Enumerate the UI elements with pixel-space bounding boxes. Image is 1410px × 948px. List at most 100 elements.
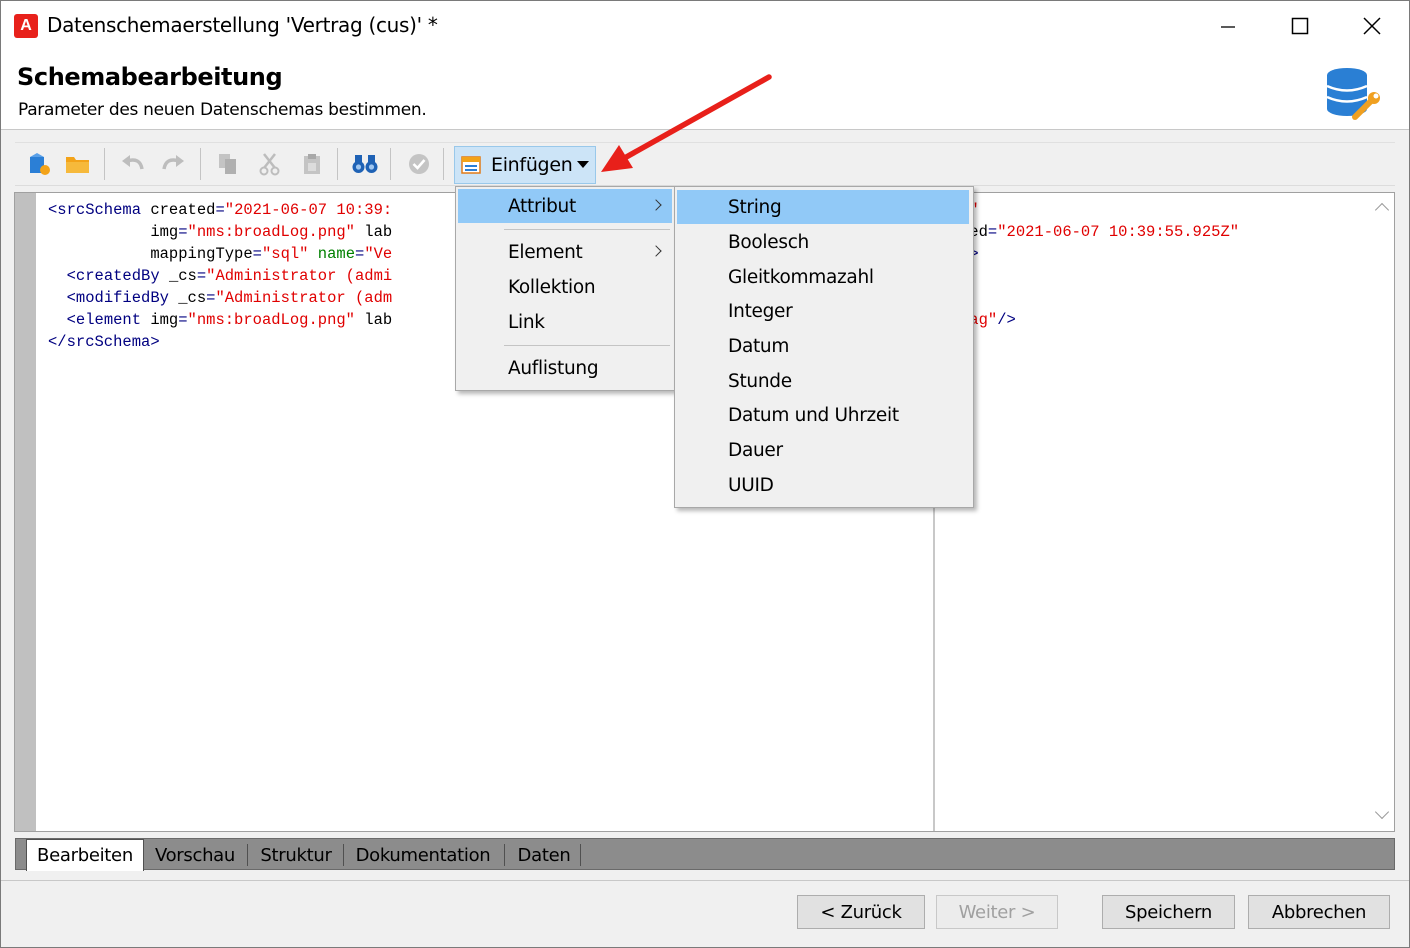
- minimize-icon: [1221, 26, 1235, 28]
- menu-item-link[interactable]: Link: [458, 305, 672, 339]
- menu-item-auflistung[interactable]: Auflistung: [458, 351, 672, 385]
- cut-button[interactable]: [254, 148, 286, 180]
- submenu-item-label: Integer: [728, 300, 793, 322]
- code-token: <createdBy: [66, 267, 169, 285]
- code-line: rag"/>: [960, 309, 1239, 331]
- tab-bearbeiten[interactable]: Bearbeiten: [26, 839, 144, 871]
- vertical-scrollbar[interactable]: [1370, 193, 1394, 831]
- chevron-right-icon: [650, 199, 662, 211]
- code-token: "Administrator (admi: [206, 267, 393, 285]
- menu-item-element[interactable]: Element: [458, 235, 672, 269]
- submenu-item-uuid[interactable]: UUID: [677, 468, 969, 502]
- save-button[interactable]: Speichern: [1102, 895, 1235, 929]
- find-icon: [352, 155, 378, 173]
- find-button[interactable]: [349, 148, 381, 180]
- undo-button[interactable]: [117, 148, 149, 180]
- open-folder-button[interactable]: [62, 148, 94, 180]
- code-token: />: [997, 311, 1016, 329]
- scroll-up-icon[interactable]: [1374, 202, 1390, 218]
- title-bar: A Datenschemaerstellung 'Vertrag (cus)' …: [1, 1, 1409, 51]
- submenu-item-label: Stunde: [728, 370, 792, 392]
- submenu-item-label: Datum und Uhrzeit: [728, 404, 899, 426]
- footer-divider: [1, 880, 1409, 881]
- redo-button[interactable]: [157, 148, 189, 180]
- code-token: =: [196, 267, 207, 285]
- code-token: mappingType: [150, 245, 253, 263]
- minimize-button[interactable]: [1205, 9, 1251, 43]
- menu-item-kollektion[interactable]: Kollektion: [458, 270, 672, 304]
- close-button[interactable]: [1349, 9, 1395, 43]
- dialog-window: A Datenschemaerstellung 'Vertrag (cus)' …: [0, 0, 1410, 948]
- submenu-item-integer[interactable]: Integer: [677, 294, 969, 328]
- chevron-down-icon[interactable]: [577, 161, 589, 168]
- tab-struktur[interactable]: Struktur: [251, 841, 341, 869]
- xml-source-code[interactable]: <srcSchema created="2021-06-07 10:39: im…: [48, 199, 392, 353]
- undo-icon: [122, 155, 144, 170]
- submenu-item-boolesch[interactable]: Boolesch: [677, 225, 969, 259]
- new-schema-button[interactable]: [23, 148, 55, 180]
- tab-vorschau[interactable]: Vorschau: [146, 841, 244, 869]
- scroll-down-icon[interactable]: [1374, 804, 1390, 820]
- code-line: <element img="nms:broadLog.png" lab: [48, 309, 393, 331]
- code-token: </srcSchema>: [48, 333, 160, 351]
- code-token: =: [987, 223, 998, 241]
- validate-button[interactable]: [403, 148, 435, 180]
- submenu-item-label: Gleitkommazahl: [728, 266, 874, 288]
- back-button[interactable]: < Zurück: [797, 895, 925, 929]
- menu-separator: [504, 229, 670, 230]
- tab-separator: [247, 844, 248, 866]
- xml-source-code-right[interactable]: p"ied="2021-06-07 10:39:55.925Z""> rag"/>: [960, 199, 1239, 331]
- submenu-item-datum-und-uhrzeit[interactable]: Datum und Uhrzeit: [677, 398, 969, 432]
- tab-separator: [580, 844, 581, 866]
- copy-icon: [219, 154, 236, 174]
- submenu-item-gleitkommazahl[interactable]: Gleitkommazahl: [677, 260, 969, 294]
- paste-button[interactable]: [296, 148, 328, 180]
- code-line: mappingType="sql" name="Ve: [48, 243, 392, 265]
- submenu-item-datum[interactable]: Datum: [677, 329, 969, 363]
- code-line: ">: [960, 243, 1239, 265]
- maximize-button[interactable]: [1277, 9, 1323, 43]
- copy-button[interactable]: [212, 148, 244, 180]
- code-line: </srcSchema>: [48, 331, 392, 353]
- tab-separator: [504, 844, 505, 866]
- tab-daten[interactable]: Daten: [508, 841, 580, 869]
- code-token: <modifiedBy: [66, 289, 179, 307]
- code-line: img="nms:broadLog.png" lab: [48, 221, 392, 243]
- tab-separator: [343, 844, 344, 866]
- code-token: img: [150, 311, 179, 329]
- code-line: <modifiedBy _cs="Administrator (adm: [48, 287, 393, 309]
- submenu-item-dauer[interactable]: Dauer: [677, 433, 969, 467]
- code-token: =: [178, 311, 188, 329]
- code-line: <srcSchema created="2021-06-07 10:39:: [48, 199, 392, 221]
- code-line: p": [960, 199, 1239, 221]
- menu-item-label: Attribut: [508, 195, 576, 217]
- tab-dokumentation[interactable]: Dokumentation: [347, 841, 499, 869]
- code-token: _cs: [168, 267, 197, 285]
- cancel-button[interactable]: Abbrechen: [1248, 895, 1390, 929]
- submenu-item-label: Datum: [728, 335, 790, 357]
- code-token: "2021-06-07 10:39:55.925Z": [997, 223, 1240, 241]
- menu-item-attribut[interactable]: Attribut: [458, 189, 672, 223]
- close-icon: [1363, 17, 1381, 35]
- code-token: created: [150, 201, 216, 219]
- insert-button-label: Einfügen: [491, 154, 573, 176]
- submenu-item-string[interactable]: String: [677, 190, 969, 224]
- insert-dropdown-button[interactable]: Einfügen: [454, 146, 596, 184]
- view-tabs: Bearbeiten Vorschau Struktur Dokumentati…: [15, 838, 1395, 871]
- next-button[interactable]: Weiter >: [936, 895, 1058, 929]
- cut-icon: [259, 153, 280, 176]
- submenu-item-stunde[interactable]: Stunde: [677, 364, 969, 398]
- toolbar-separator: [390, 148, 391, 180]
- code-token: =: [355, 245, 365, 263]
- code-token: <srcSchema: [48, 201, 151, 219]
- annotation-arrow-icon: [601, 74, 772, 172]
- attribute-submenu: String Boolesch Gleitkommazahl Integer D…: [674, 186, 974, 508]
- insert-form-icon: [461, 156, 481, 174]
- maximize-icon: [1291, 17, 1309, 35]
- redo-icon: [162, 155, 184, 170]
- code-token: img: [150, 223, 179, 241]
